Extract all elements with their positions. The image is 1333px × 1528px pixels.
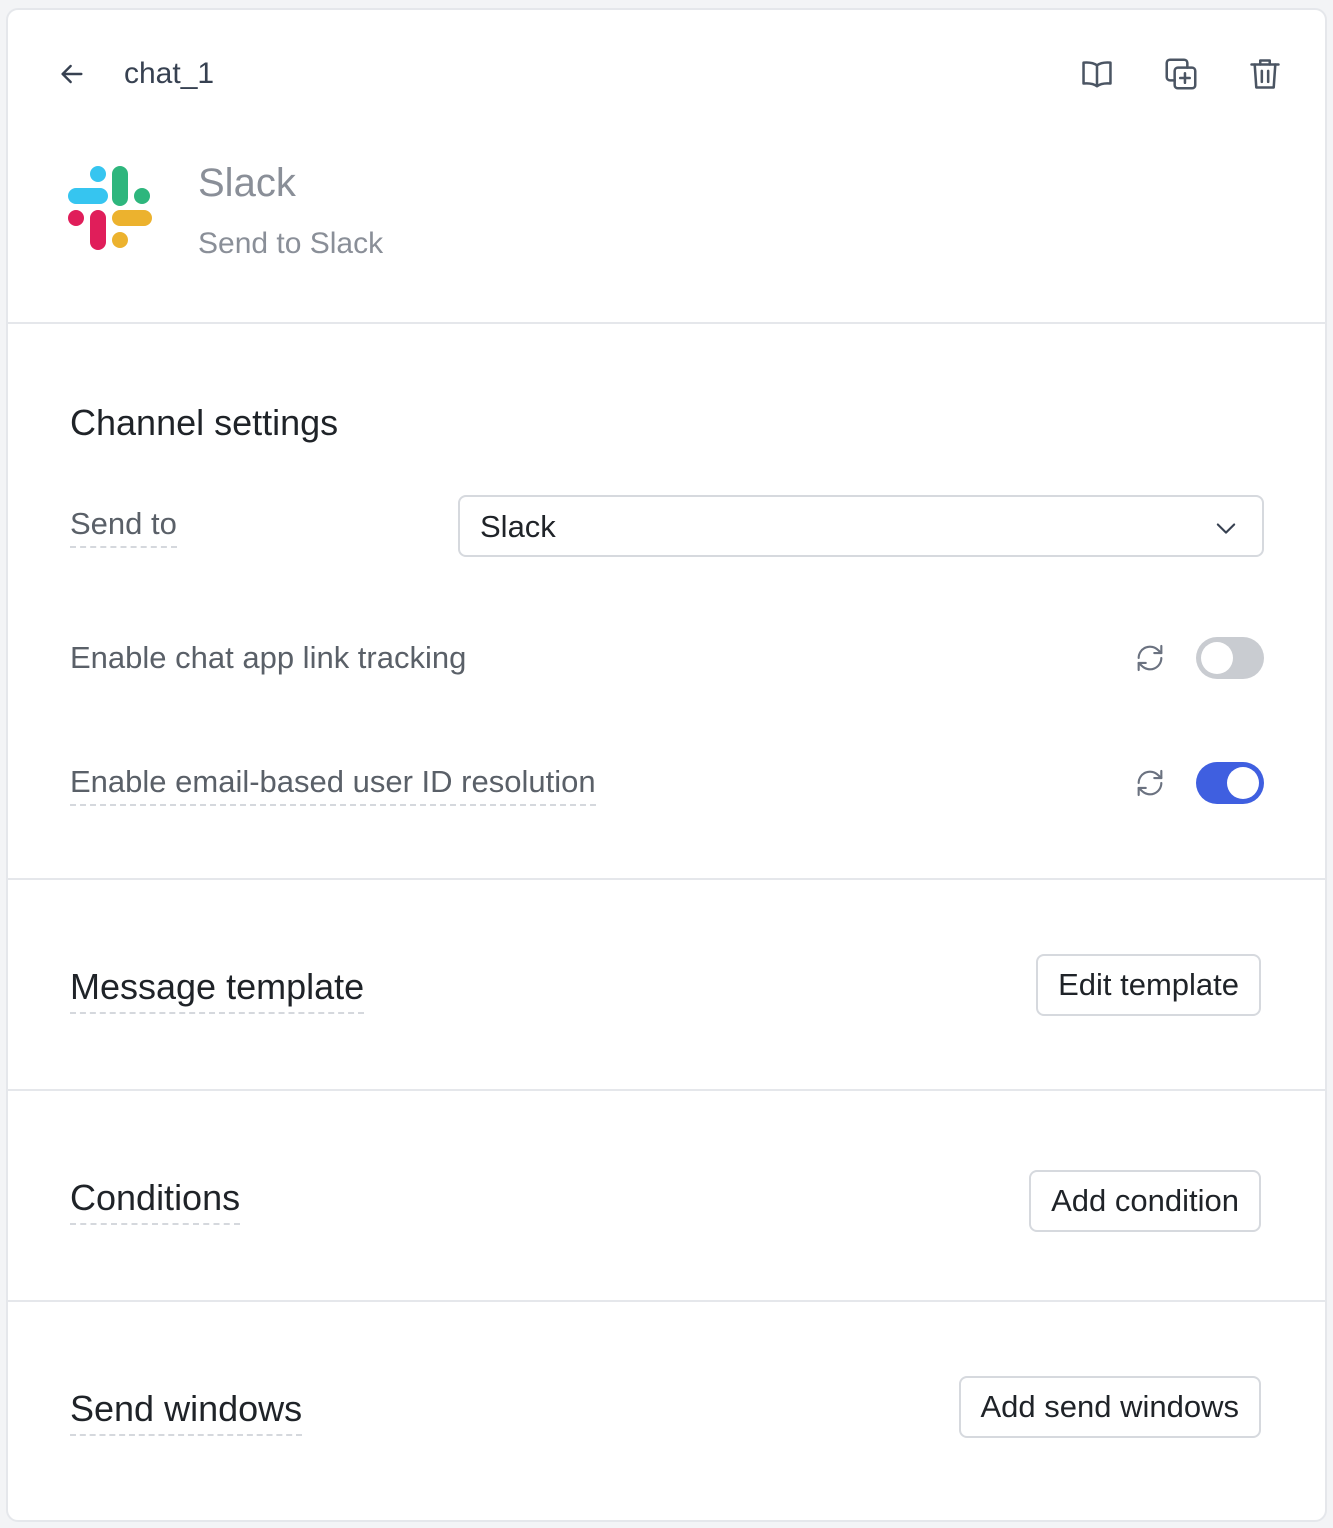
message-template-title: Message template	[70, 964, 365, 1014]
message-template-section: Message template Edit template	[8, 880, 1325, 1091]
channel-settings-title: Channel settings	[70, 402, 339, 443]
back-button[interactable]	[52, 54, 92, 94]
email-resolution-reset-button[interactable]	[1132, 765, 1168, 801]
conditions-title: Conditions	[70, 1175, 241, 1225]
add-condition-button[interactable]: Add condition	[1029, 1170, 1261, 1232]
app-name: Slack	[198, 161, 296, 205]
send-to-value: Slack	[480, 509, 556, 544]
link-tracking-reset-button[interactable]	[1132, 640, 1168, 676]
refresh-icon	[1137, 769, 1163, 797]
chevron-down-icon	[1216, 523, 1236, 534]
edit-template-button[interactable]: Edit template	[1036, 954, 1261, 1016]
send-windows-title: Send windows	[70, 1386, 303, 1436]
send-to-select[interactable]: Slack	[458, 495, 1264, 557]
slack-logo	[68, 166, 152, 250]
book-open-icon	[1082, 61, 1112, 88]
top-actions	[1075, 52, 1287, 96]
app-description: Send to Slack	[198, 227, 384, 260]
trash-icon	[1250, 59, 1280, 89]
toggle-knob	[1201, 642, 1233, 674]
toggle-knob	[1227, 767, 1259, 799]
step-panel: chat_1 Slack Send to Slack Channel setti…	[6, 8, 1327, 1522]
top-bar: chat_1	[8, 10, 1325, 140]
email-resolution-label: Enable email-based user ID resolution	[70, 762, 596, 806]
refresh-icon	[1137, 644, 1163, 672]
link-tracking-toggle[interactable]	[1196, 637, 1264, 679]
add-send-windows-button[interactable]: Add send windows	[958, 1376, 1261, 1438]
delete-button[interactable]	[1243, 52, 1287, 96]
duplicate-icon	[1165, 58, 1197, 90]
arrow-left-icon	[61, 64, 83, 84]
channel-settings-section: Channel settings Send to Slack Enable ch…	[8, 324, 1325, 880]
email-resolution-toggle[interactable]	[1196, 762, 1264, 804]
conditions-section: Conditions Add condition	[8, 1091, 1325, 1302]
app-header: Slack Send to Slack	[8, 140, 1325, 324]
docs-button[interactable]	[1075, 52, 1119, 96]
duplicate-button[interactable]	[1159, 52, 1203, 96]
step-name: chat_1	[124, 57, 215, 90]
send-windows-section: Send windows Add send windows	[8, 1302, 1325, 1520]
send-to-label: Send to	[70, 504, 177, 548]
link-tracking-label: Enable chat app link tracking	[70, 640, 467, 675]
